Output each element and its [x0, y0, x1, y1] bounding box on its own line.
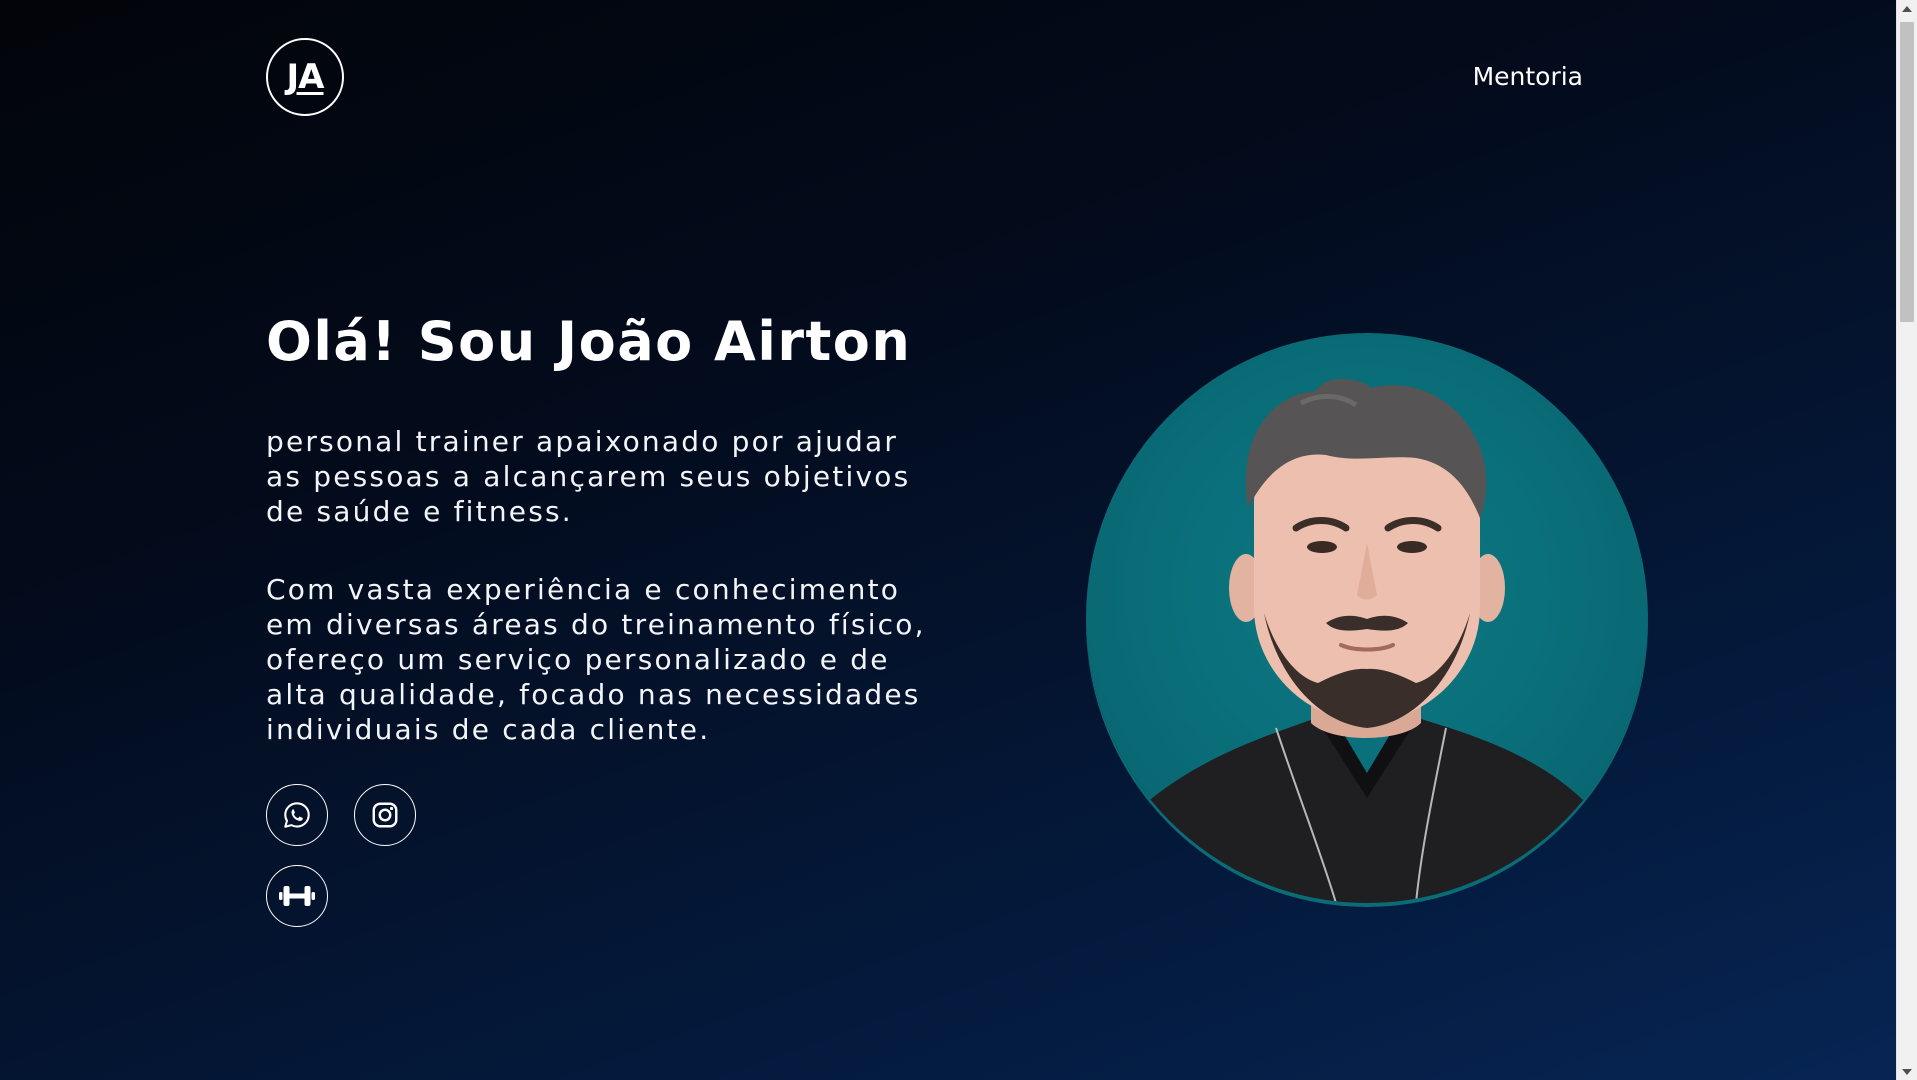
hero-description-line: individuais de cada cliente.: [266, 713, 711, 746]
nav-link-mentoria[interactable]: Mentoria: [1473, 62, 1583, 91]
logo-home-link[interactable]: JA: [266, 38, 344, 116]
dumbbell-icon: [279, 886, 315, 906]
workout-button[interactable]: [266, 865, 328, 927]
hero-description-line: em diversas áreas do treinamento físico,: [266, 608, 926, 641]
instagram-icon: [372, 802, 398, 828]
hero-title: Olá! Sou João Airton: [266, 310, 912, 373]
hero-intro-line: personal trainer apaixonado por ajudar: [266, 425, 899, 458]
hero-description-line: Com vasta experiência e conhecimento: [266, 573, 901, 606]
hero-description-line: ofereço um serviço personalizado e de: [266, 643, 890, 676]
scroll-down-arrow-icon[interactable]: [1902, 1069, 1912, 1075]
hero-description-line: alta qualidade, focado nas necessidades: [266, 678, 921, 711]
hero-description-paragraph: Com vasta experiência e conhecimento em …: [266, 572, 966, 747]
profile-portrait: [1126, 378, 1606, 903]
whatsapp-icon: [284, 802, 310, 828]
whatsapp-button[interactable]: [266, 784, 328, 846]
hero-intro-paragraph: personal trainer apaixonado por ajudar a…: [266, 424, 966, 529]
page-scrollbar[interactable]: [1896, 0, 1917, 1080]
scrollbar-thumb[interactable]: [1900, 22, 1914, 322]
hero-section: Olá! Sou João Airton personal trainer ap…: [266, 306, 966, 747]
logo-text: JA: [286, 57, 325, 97]
hero-intro-line: as pessoas a alcançarem seus objetivos: [266, 460, 911, 493]
hero-intro-line: de saúde e fitness.: [266, 495, 573, 528]
scroll-up-arrow-icon[interactable]: [1902, 6, 1912, 12]
page: JA Mentoria Olá! Sou João Airton persona…: [0, 0, 1897, 1080]
profile-photo: [1086, 333, 1648, 903]
instagram-button[interactable]: [354, 784, 416, 846]
